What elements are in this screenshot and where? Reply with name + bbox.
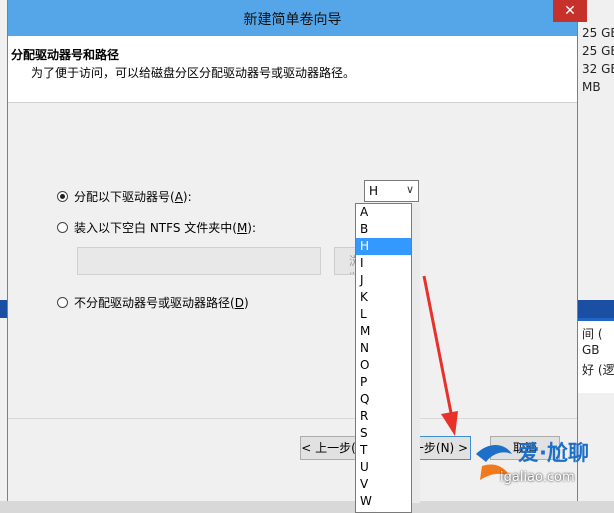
- disk-size-text: MB: [582, 80, 601, 94]
- radio-label: 分配以下驱动器号(A):: [74, 190, 192, 204]
- drive-letter-option[interactable]: N: [356, 340, 411, 357]
- radio-no-assign[interactable]: 不分配驱动器号或驱动器路径(D): [57, 294, 249, 311]
- watermark-text: 爱·尬聊: [518, 441, 589, 465]
- radio-dot[interactable]: [57, 191, 68, 202]
- radio-assign-letter[interactable]: 分配以下驱动器号(A):: [57, 188, 192, 205]
- folder-path-input[interactable]: [77, 247, 321, 275]
- new-simple-volume-wizard: 新建简单卷向导 分配驱动器号和路径 为了便于访问，可以给磁盘分区分配驱动器号或驱…: [7, 0, 587, 501]
- drive-letter-option[interactable]: M: [356, 323, 411, 340]
- partition-status: 好 (逻: [582, 363, 614, 377]
- disk-header-strip: [578, 300, 614, 318]
- background-disk-manager: 25 GB 25 GB 32 GB MB 间 ( GB 好 (逻: [578, 0, 614, 501]
- radio-dot[interactable]: [57, 297, 68, 308]
- close-icon: ✕: [564, 3, 576, 19]
- partition-label: 间 (: [582, 327, 603, 341]
- partition-size: GB: [582, 343, 600, 357]
- disk-size-text: 25 GB: [582, 44, 614, 58]
- page-subtitle: 为了便于访问，可以给磁盘分区分配驱动器号或驱动器路径。: [31, 66, 356, 80]
- chevron-down-icon: ∨: [405, 183, 414, 196]
- drive-letter-option[interactable]: S: [356, 425, 411, 442]
- drive-letter-option[interactable]: H: [356, 238, 411, 255]
- radio-dot[interactable]: [57, 222, 68, 233]
- disk-size-text: 32 GB: [582, 62, 614, 76]
- drive-letter-option[interactable]: T: [356, 442, 411, 459]
- drive-letter-option[interactable]: K: [356, 289, 411, 306]
- background-window-left: [0, 0, 7, 501]
- radio-mount-folder[interactable]: 装入以下空白 NTFS 文件夹中(M):: [57, 219, 256, 236]
- dropdown-scrollbar[interactable]: [412, 203, 420, 503]
- drive-letter-option[interactable]: V: [356, 476, 411, 493]
- wizard-header: 分配驱动器号和路径 为了便于访问，可以给磁盘分区分配驱动器号或驱动器路径。: [8, 36, 577, 103]
- selected-drive-letter: H: [369, 184, 379, 198]
- drive-letter-option[interactable]: Q: [356, 391, 411, 408]
- drive-letter-option[interactable]: R: [356, 408, 411, 425]
- page-title: 分配驱动器号和路径: [11, 48, 120, 62]
- drive-letter-dropdown-list[interactable]: ABHIJKLMNOPQRSTUVW: [355, 203, 412, 513]
- drive-letter-option[interactable]: P: [356, 374, 411, 391]
- drive-letter-option[interactable]: J: [356, 272, 411, 289]
- title-bar[interactable]: 新建简单卷向导: [8, 0, 577, 36]
- disk-size-text: 25 GB: [582, 26, 614, 40]
- drive-letter-option[interactable]: W: [356, 493, 411, 510]
- close-button[interactable]: ✕: [553, 0, 587, 22]
- drive-letter-option[interactable]: A: [356, 204, 411, 221]
- radio-label: 装入以下空白 NTFS 文件夹中(M):: [74, 221, 257, 235]
- footer-divider: [8, 418, 577, 419]
- drive-letter-option[interactable]: U: [356, 459, 411, 476]
- drive-letter-option[interactable]: L: [356, 306, 411, 323]
- watermark-url: igaliao.com: [500, 470, 575, 485]
- disk-header-strip: [0, 300, 7, 318]
- drive-letter-option[interactable]: B: [356, 221, 411, 238]
- drive-letter-select[interactable]: H ∨: [364, 180, 419, 202]
- radio-label: 不分配驱动器号或驱动器路径(D): [74, 296, 249, 310]
- disk-partition-block[interactable]: 间 ( GB 好 (逻: [578, 318, 614, 393]
- window-title: 新建简单卷向导: [243, 12, 342, 28]
- drive-letter-option[interactable]: I: [356, 255, 411, 272]
- drive-letter-option[interactable]: O: [356, 357, 411, 374]
